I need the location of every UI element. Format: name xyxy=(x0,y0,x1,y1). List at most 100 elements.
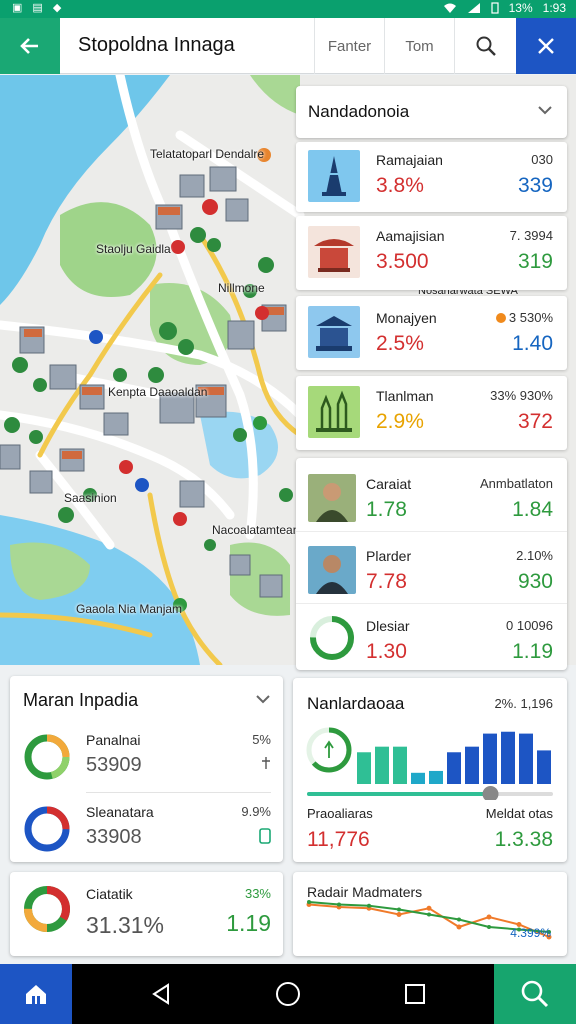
donut-icon xyxy=(310,616,354,660)
search-button[interactable] xyxy=(454,18,516,74)
battery-percent: 13% xyxy=(508,1,533,15)
chart-bar[interactable] xyxy=(483,733,497,784)
list-item-meta: 9.9% xyxy=(241,804,271,819)
donut-icon xyxy=(24,806,70,852)
tab-tom[interactable]: Tom xyxy=(384,18,454,74)
chevron-down-icon[interactable] xyxy=(255,693,271,705)
map-label[interactable]: Staolju Gaidla xyxy=(96,242,171,256)
list-item-value: 2.5% xyxy=(376,332,424,355)
map-label[interactable]: Nacoalatamtean xyxy=(212,523,299,537)
chart-point[interactable] xyxy=(396,912,402,917)
chart-card-meta: 2%. 1,196 xyxy=(494,696,553,711)
chart-bar[interactable] xyxy=(411,772,425,784)
list-item-name: Panalnai xyxy=(86,732,141,748)
chart-bar[interactable] xyxy=(447,752,461,784)
nav-recents-button[interactable] xyxy=(380,964,450,1024)
chart-bar[interactable] xyxy=(537,750,551,784)
list-item[interactable]: Aamajisian 3.500 7. 3994 319 xyxy=(296,216,567,290)
list-item-stat: 1.40 xyxy=(512,332,553,355)
list-item-value: 33908 xyxy=(86,826,142,848)
map-label[interactable]: Nillmone xyxy=(218,281,265,295)
list-item-stat: 1.84 xyxy=(512,498,553,521)
list-item[interactable]: Dlesiar 1.30 0 10096 1.19 xyxy=(296,604,567,674)
search-tab-button[interactable] xyxy=(494,964,576,1024)
list-item[interactable]: Plarder 7.78 2.10% 930 xyxy=(296,534,567,604)
chart-bar[interactable] xyxy=(519,733,533,784)
signal-icon xyxy=(467,3,480,13)
chart-point[interactable] xyxy=(426,905,432,911)
nav-home-button[interactable] xyxy=(253,964,323,1024)
list-item-name: Aamajisian xyxy=(376,228,445,244)
list-item-meta: 2.10% xyxy=(516,548,553,563)
list-item-meta: 030 xyxy=(531,152,553,167)
list-item[interactable]: Monajyen 2.5% 3 530% 1.40 xyxy=(296,296,567,370)
chart-bar[interactable] xyxy=(501,731,515,784)
chart-bar[interactable] xyxy=(465,746,479,784)
summary-card-title: Maran Inpadia xyxy=(23,690,139,710)
tab-filter[interactable]: Fanter xyxy=(314,18,384,74)
list-item[interactable]: Panalnai 53909 5% xyxy=(10,724,283,788)
chart-point[interactable] xyxy=(397,907,401,912)
stat-card[interactable]: Ciatatik 31.31% 33% 1.19 xyxy=(10,872,283,956)
list-item-stat: 930 xyxy=(517,570,553,593)
chart-point[interactable] xyxy=(487,925,491,929)
chevron-down-icon[interactable] xyxy=(537,104,553,116)
line-chart-card[interactable]: Radair Madmaters 4.399% xyxy=(293,872,567,956)
map-label[interactable]: Gaaola Nia Manjam xyxy=(76,602,182,616)
list-item-meta: 3 530% xyxy=(495,310,553,325)
system-nav-bar xyxy=(0,964,576,1024)
chart-point[interactable] xyxy=(337,902,341,907)
chart-point[interactable] xyxy=(456,924,462,930)
list-item-meta: 33% 930% xyxy=(490,388,553,403)
back-button[interactable] xyxy=(0,18,60,74)
chart-bar[interactable] xyxy=(375,746,389,784)
map-label[interactable]: Kenpta Daaoaldan xyxy=(108,385,207,399)
triangle-back-icon xyxy=(152,983,169,1005)
pin-icon xyxy=(262,757,270,769)
list-item-value: 2.9% xyxy=(376,410,424,433)
chart-bar[interactable] xyxy=(429,770,443,784)
chart-point[interactable] xyxy=(427,912,431,917)
summary-card[interactable]: Maran Inpadia Panalnai 53909 5% Sleanata… xyxy=(10,676,283,862)
bar-chart[interactable] xyxy=(305,720,555,800)
list-item-name: Dlesiar xyxy=(366,618,410,634)
people-panel: Caraiat 1.78 Anmbatlaton 1.84 Plarder 7.… xyxy=(296,458,567,670)
temple-thumbnail xyxy=(308,226,360,278)
map-label[interactable]: Telatatoparl Dendalre xyxy=(150,147,264,161)
chart-right-label: Meldat otas xyxy=(485,806,553,821)
line-chart-tag: 4.399% xyxy=(510,926,551,940)
phone-icon[interactable] xyxy=(259,828,271,844)
list-item[interactable]: Tlanlman 2.9% 33% 930% 372 xyxy=(296,376,567,450)
list-panel-header[interactable]: Nandadonoia xyxy=(296,86,567,138)
chart-point[interactable] xyxy=(307,900,311,904)
wifi-icon xyxy=(443,3,456,13)
chart-point[interactable] xyxy=(457,917,461,922)
list-item-value: 53909 xyxy=(86,754,142,776)
chart-bar[interactable] xyxy=(393,746,407,784)
list-item-stat: 339 xyxy=(517,174,553,197)
list-item-value: 3.500 xyxy=(376,250,429,273)
clock: 1:93 xyxy=(542,1,566,15)
list-item-name: Monajyen xyxy=(376,310,437,326)
close-button[interactable] xyxy=(516,18,576,74)
status-dot-icon xyxy=(495,313,506,323)
list-item[interactable]: Caraiat 1.78 Anmbatlaton 1.84 xyxy=(296,462,567,532)
map-label[interactable]: Saasinion xyxy=(64,491,117,505)
list-item-meta: 5% xyxy=(252,732,271,747)
stat-meta: 33% xyxy=(244,886,271,901)
list-item[interactable]: Ramajaian 3.8% 030 339 xyxy=(296,142,567,212)
stat-total: 1.19 xyxy=(226,910,271,936)
chart-point[interactable] xyxy=(367,903,371,908)
nav-back-button[interactable] xyxy=(126,964,196,1024)
building-thumbnail xyxy=(308,306,360,358)
stat-name: Ciatatik xyxy=(86,886,133,902)
chart-right-value: 1.3.38 xyxy=(494,828,553,851)
app-bar: Stopoldna Innaga Fanter Tom xyxy=(0,18,576,74)
chart-bar[interactable] xyxy=(357,752,371,784)
slider-handle[interactable] xyxy=(482,786,499,800)
home-tab-button[interactable] xyxy=(0,964,72,1024)
list-item[interactable]: Sleanatara 33908 9.9% xyxy=(10,796,283,860)
chart-card[interactable]: Nanlardaoaa 2%. 1,196 Praoaliaras 11,776… xyxy=(293,678,567,862)
chart-point[interactable] xyxy=(486,914,492,920)
list-item-meta: 7. 3994 xyxy=(509,228,553,243)
